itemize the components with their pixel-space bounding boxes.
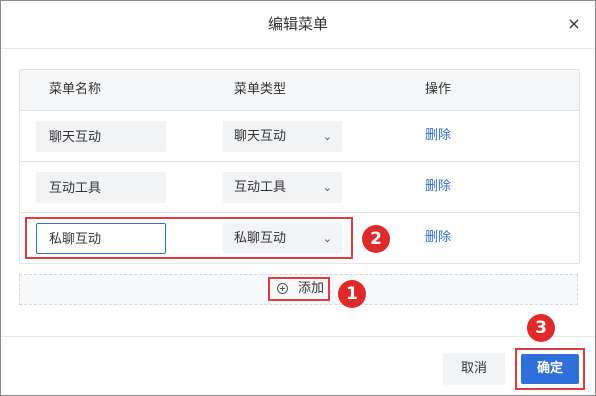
- menu-type-value: 私聊互动: [234, 231, 287, 246]
- add-button[interactable]: 添加: [268, 277, 330, 301]
- table-row: 聊天互动 聊天互动 ⌄ 删除: [20, 111, 579, 162]
- close-icon[interactable]: ×: [565, 15, 583, 33]
- menu-name-input[interactable]: 聊天互动: [36, 121, 166, 152]
- table-header: 菜单名称 菜单类型 操作: [20, 70, 579, 111]
- dialog-title: 编辑菜单: [267, 15, 328, 33]
- cancel-button[interactable]: 取消: [443, 353, 505, 385]
- highlight-box-confirm: 确定: [515, 348, 585, 390]
- add-button-label: 添加: [298, 281, 325, 296]
- edit-menu-dialog: 编辑菜单 × 菜单名称 菜单类型 操作 聊天互动 聊天互动 ⌄ 删除 互动工具 …: [0, 0, 596, 396]
- menu-type-select[interactable]: 互动工具 ⌄: [223, 172, 342, 203]
- table-row: 互动工具 互动工具 ⌄ 删除: [20, 162, 579, 213]
- chevron-down-icon: ⌄: [322, 181, 332, 194]
- confirm-button[interactable]: 确定: [521, 354, 579, 384]
- footer-divider: [1, 336, 595, 337]
- column-header-action: 操作: [425, 82, 452, 97]
- menu-table: 菜单名称 菜单类型 操作 聊天互动 聊天互动 ⌄ 删除 互动工具 互动工具 ⌄ …: [19, 69, 580, 264]
- delete-link[interactable]: 删除: [425, 162, 451, 212]
- menu-type-value: 互动工具: [234, 180, 287, 195]
- annotation-badge-2: 2: [362, 225, 390, 253]
- menu-name-input-editing[interactable]: 私聊互动: [36, 223, 166, 254]
- chevron-down-icon: ⌄: [322, 130, 332, 143]
- delete-link[interactable]: 删除: [425, 213, 451, 263]
- menu-name-input[interactable]: 互动工具: [36, 172, 166, 203]
- column-header-menu-name: 菜单名称: [49, 82, 102, 97]
- column-header-menu-type: 菜单类型: [234, 82, 287, 97]
- dialog-header: 编辑菜单 ×: [1, 1, 595, 49]
- chevron-down-icon: ⌄: [322, 232, 332, 245]
- menu-type-select[interactable]: 聊天互动 ⌄: [223, 121, 342, 152]
- plus-circle-icon: [277, 283, 288, 294]
- delete-link[interactable]: 删除: [425, 111, 451, 161]
- annotation-badge-3: 3: [527, 314, 555, 342]
- annotation-badge-1: 1: [338, 280, 366, 308]
- table-row: 私聊互动 私聊互动 ⌄ 删除: [20, 213, 579, 263]
- menu-type-value: 聊天互动: [234, 129, 287, 144]
- add-row-bar: 添加: [19, 274, 578, 305]
- menu-type-select[interactable]: 私聊互动 ⌄: [223, 223, 342, 254]
